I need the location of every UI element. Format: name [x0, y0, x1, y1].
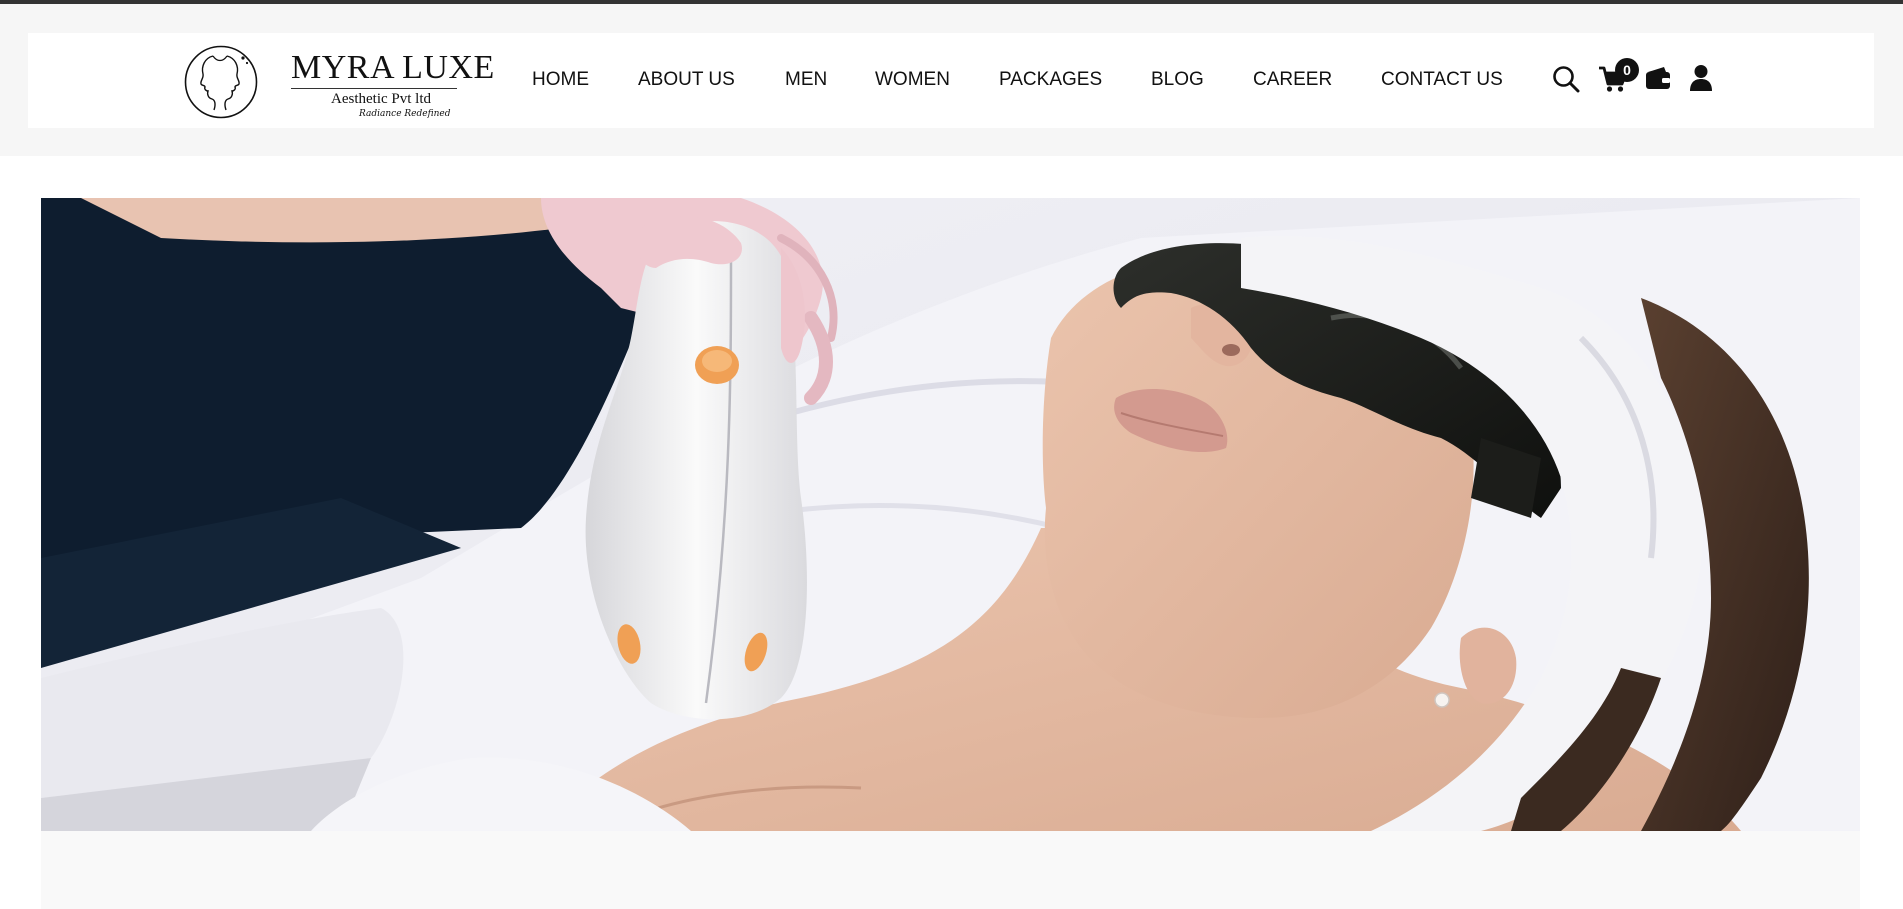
brand-tagline: Radiance Redefined [359, 109, 451, 119]
brand-subtitle: Aesthetic Pvt ltd [331, 91, 431, 107]
nav-item-women[interactable]: WOMEN [875, 68, 950, 92]
search-icon[interactable] [1552, 65, 1580, 98]
nav-item-about-us[interactable]: ABOUT US [638, 68, 735, 92]
hero-banner [41, 198, 1860, 831]
content-area [41, 831, 1860, 909]
nav-item-career[interactable]: CAREER [1253, 68, 1332, 92]
wallet-icon[interactable] [1645, 66, 1671, 95]
nav-item-packages[interactable]: PACKAGES [999, 68, 1102, 92]
nav-item-blog[interactable]: BLOG [1151, 68, 1204, 92]
nav-item-home[interactable]: HOME [532, 68, 589, 92]
brand-divider [291, 88, 457, 89]
brand-name: MYRA LUXE [291, 49, 495, 86]
cart-count-badge: 0 [1615, 58, 1639, 82]
laser-hair-removal-treatment-photo [41, 198, 1860, 831]
user-icon[interactable] [1689, 64, 1713, 97]
brand-logo[interactable]: MYRA LUXE Aesthetic Pvt ltd Radiance Red… [183, 44, 494, 122]
faces-profile-logo-icon [184, 45, 258, 119]
nav-item-contact-us[interactable]: CONTACT US [1381, 68, 1503, 92]
nav-item-men[interactable]: MEN [785, 68, 827, 92]
